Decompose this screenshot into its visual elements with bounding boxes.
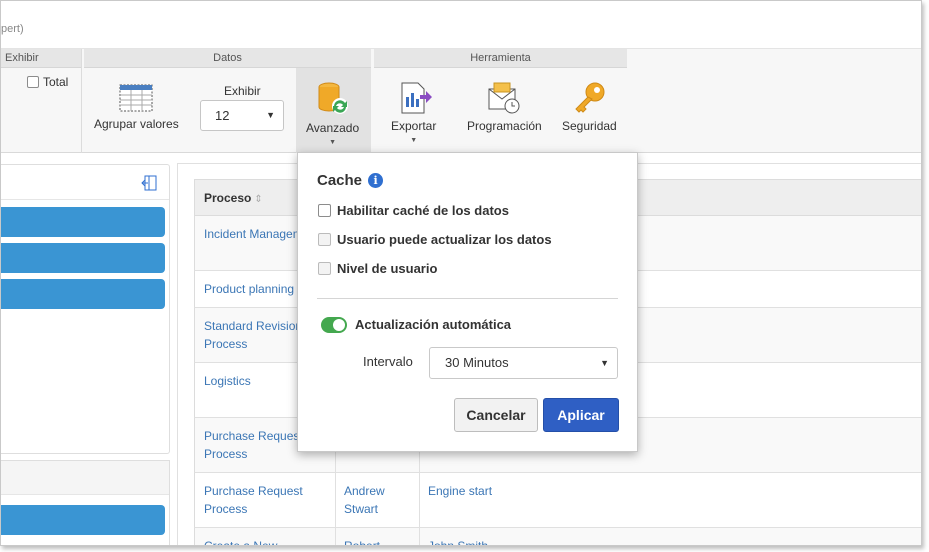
exhibir-select[interactable]: 12 ▼ bbox=[200, 100, 284, 131]
ribbon-group-datos: Datos Agrupar valores Exhibir 12 ▼ Avanz… bbox=[84, 49, 371, 153]
option-usuario-actualizar[interactable]: Usuario puede actualizar los datos bbox=[318, 232, 552, 247]
left-panel-item[interactable] bbox=[1, 207, 165, 237]
export-icon bbox=[401, 82, 432, 114]
programacion-label: Programación bbox=[467, 119, 542, 133]
option-label: Habilitar caché de los datos bbox=[337, 203, 509, 218]
database-refresh-icon bbox=[318, 82, 348, 114]
sort-icon[interactable]: ⇕ bbox=[254, 194, 262, 205]
chevron-down-icon: ▼ bbox=[600, 358, 609, 368]
cache-popover: Cache i Habilitar caché de los datos Usu… bbox=[297, 152, 638, 452]
left-panel-secondary-header bbox=[1, 461, 169, 495]
total-label: Total bbox=[43, 75, 69, 89]
caret-down-icon: ▼ bbox=[410, 137, 418, 144]
interval-value: 30 Minutos bbox=[445, 355, 509, 370]
exhibir-label: Exhibir bbox=[224, 84, 261, 98]
left-panel bbox=[1, 164, 170, 454]
proceso-cell[interactable]: Purchase Request Process bbox=[204, 482, 336, 518]
app-window: pert) Exhibir Total Datos Agrupar valore… bbox=[0, 0, 922, 546]
table-row[interactable]: Purchase Request Process Andrew Stwart Eng… bbox=[194, 473, 921, 528]
exhibir-value: 12 bbox=[215, 108, 230, 123]
programacion-button[interactable]: Programación bbox=[467, 81, 542, 133]
chevron-down-icon: ▼ bbox=[266, 110, 275, 120]
activity-cell[interactable]: Engine start bbox=[428, 482, 728, 500]
agrupar-valores-button[interactable]: Agrupar valores bbox=[94, 81, 179, 131]
left-panel-secondary bbox=[1, 460, 170, 545]
collapse-panel-icon[interactable] bbox=[141, 175, 157, 191]
column-header-proceso[interactable]: Proceso ⇕ bbox=[204, 191, 263, 205]
left-panel-item[interactable] bbox=[1, 279, 165, 309]
user-cell[interactable]: Robert bbox=[344, 537, 414, 545]
toggle-knob bbox=[333, 319, 345, 331]
column-divider bbox=[419, 528, 420, 545]
group-title: Datos bbox=[84, 49, 371, 68]
ribbon-toolbar: Exhibir Total Datos Agrupar valores Exhi… bbox=[1, 49, 921, 153]
key-icon bbox=[575, 82, 605, 113]
agrupar-label: Agrupar valores bbox=[94, 117, 179, 131]
header-label: Proceso bbox=[204, 191, 252, 205]
option-nivel-usuario[interactable]: Nivel de usuario bbox=[318, 261, 437, 276]
exportar-button[interactable]: Exportar ▼ bbox=[391, 81, 436, 144]
ribbon-group-herramienta: Herramienta Exportar ▼ Programación Segu… bbox=[374, 49, 627, 153]
group-title: Herramienta bbox=[374, 49, 627, 68]
auto-update-label: Actualización automática bbox=[355, 317, 512, 332]
interval-label: Intervalo bbox=[363, 354, 413, 369]
seguridad-label: Seguridad bbox=[562, 119, 617, 133]
checkbox-box[interactable] bbox=[27, 76, 39, 88]
info-icon[interactable]: i bbox=[368, 173, 384, 188]
auto-update-toggle[interactable] bbox=[321, 317, 347, 333]
column-divider bbox=[335, 473, 336, 527]
left-panel-item[interactable] bbox=[1, 505, 165, 535]
proceso-cell[interactable]: Create a New bbox=[204, 537, 336, 545]
cancel-button[interactable]: Cancelar bbox=[454, 398, 538, 432]
option-label: Usuario puede actualizar los datos bbox=[337, 232, 552, 247]
column-divider bbox=[335, 528, 336, 545]
user-cell[interactable]: Andrew Stwart bbox=[344, 482, 414, 518]
checkbox-box[interactable] bbox=[318, 262, 331, 275]
checkbox-box[interactable] bbox=[318, 204, 331, 217]
title-bar: pert) bbox=[1, 1, 921, 49]
avanzado-label: Avanzado bbox=[306, 121, 360, 135]
popover-title-text: Cache bbox=[317, 172, 363, 189]
caret-down-icon: ▼ bbox=[329, 139, 337, 146]
apply-button[interactable]: Aplicar bbox=[543, 398, 619, 432]
table-row[interactable]: Create a New Robert John Smith bbox=[194, 528, 921, 545]
ribbon-group-exhibir: Exhibir Total bbox=[1, 49, 82, 153]
option-label: Nivel de usuario bbox=[337, 261, 438, 276]
left-panel-header bbox=[1, 165, 169, 200]
exportar-label: Exportar bbox=[391, 119, 437, 133]
interval-select[interactable]: 30 Minutos ▼ bbox=[429, 347, 618, 379]
divider bbox=[317, 298, 618, 299]
seguridad-button[interactable]: Seguridad bbox=[562, 81, 617, 133]
column-divider bbox=[419, 473, 420, 527]
left-panel-item[interactable] bbox=[1, 243, 165, 273]
activity-cell[interactable]: John Smith bbox=[428, 537, 728, 545]
table-grid-icon bbox=[119, 84, 153, 112]
popover-title: Cache i bbox=[317, 172, 384, 189]
checkbox-box[interactable] bbox=[318, 233, 331, 246]
window-title: pert) bbox=[1, 23, 24, 35]
scheduled-mail-icon bbox=[488, 82, 520, 114]
total-checkbox[interactable]: Total bbox=[27, 75, 68, 89]
group-title: Exhibir bbox=[1, 49, 81, 68]
avanzado-button[interactable]: Avanzado ▼ bbox=[306, 81, 359, 146]
option-habilitar-cache[interactable]: Habilitar caché de los datos bbox=[318, 203, 509, 218]
